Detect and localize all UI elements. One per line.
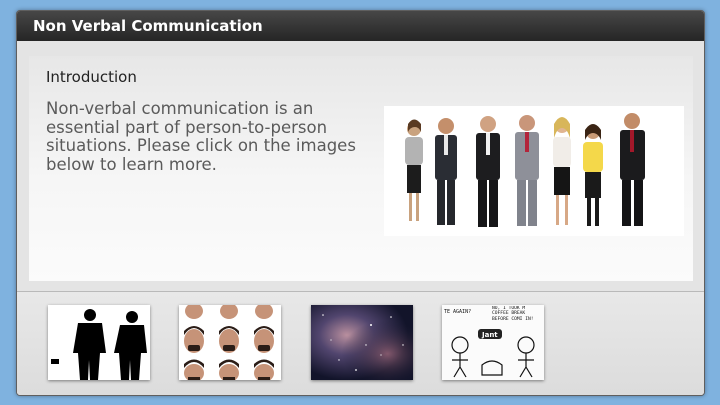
person-figure xyxy=(435,118,457,225)
person-figure xyxy=(553,117,571,225)
person-figure xyxy=(405,119,423,221)
facial-expressions-image xyxy=(179,305,281,380)
cartoon-image: TE AGAIN? NO, I TOOK M COFFEE BREAK BEFO… xyxy=(442,305,544,380)
business-team-image xyxy=(384,106,684,236)
person-figure xyxy=(583,124,603,226)
nebula-image xyxy=(311,305,413,380)
nebula-thumbnail[interactable] xyxy=(311,305,413,380)
thumbnail-strip: TE AGAIN? NO, I TOOK M COFFEE BREAK BEFO… xyxy=(17,292,704,395)
cartoon-bubble-left: TE AGAIN? xyxy=(444,309,471,315)
content-panel: Introduction Non-verbal communication is… xyxy=(29,56,693,281)
silhouettes-image xyxy=(48,305,150,380)
cartoon-bubble-right: NO, I TOOK M COFFEE BREAK BEFORE COMI IN… xyxy=(492,306,534,322)
intro-text: Non-verbal communication is an essential… xyxy=(46,99,356,174)
silhouettes-thumbnail[interactable] xyxy=(48,305,150,380)
person-figure xyxy=(620,113,645,226)
cartoon-caption: Jant xyxy=(481,331,498,339)
facial-expressions-thumbnail[interactable] xyxy=(179,305,281,380)
lesson-window: Non Verbal Communication Introduction No… xyxy=(16,10,705,396)
window-title: Non Verbal Communication xyxy=(17,11,704,41)
person-figure xyxy=(515,115,539,226)
section-heading: Introduction xyxy=(46,68,137,86)
person-figure xyxy=(476,116,500,227)
cartoon-thumbnail[interactable]: TE AGAIN? NO, I TOOK M COFFEE BREAK BEFO… xyxy=(442,305,544,380)
